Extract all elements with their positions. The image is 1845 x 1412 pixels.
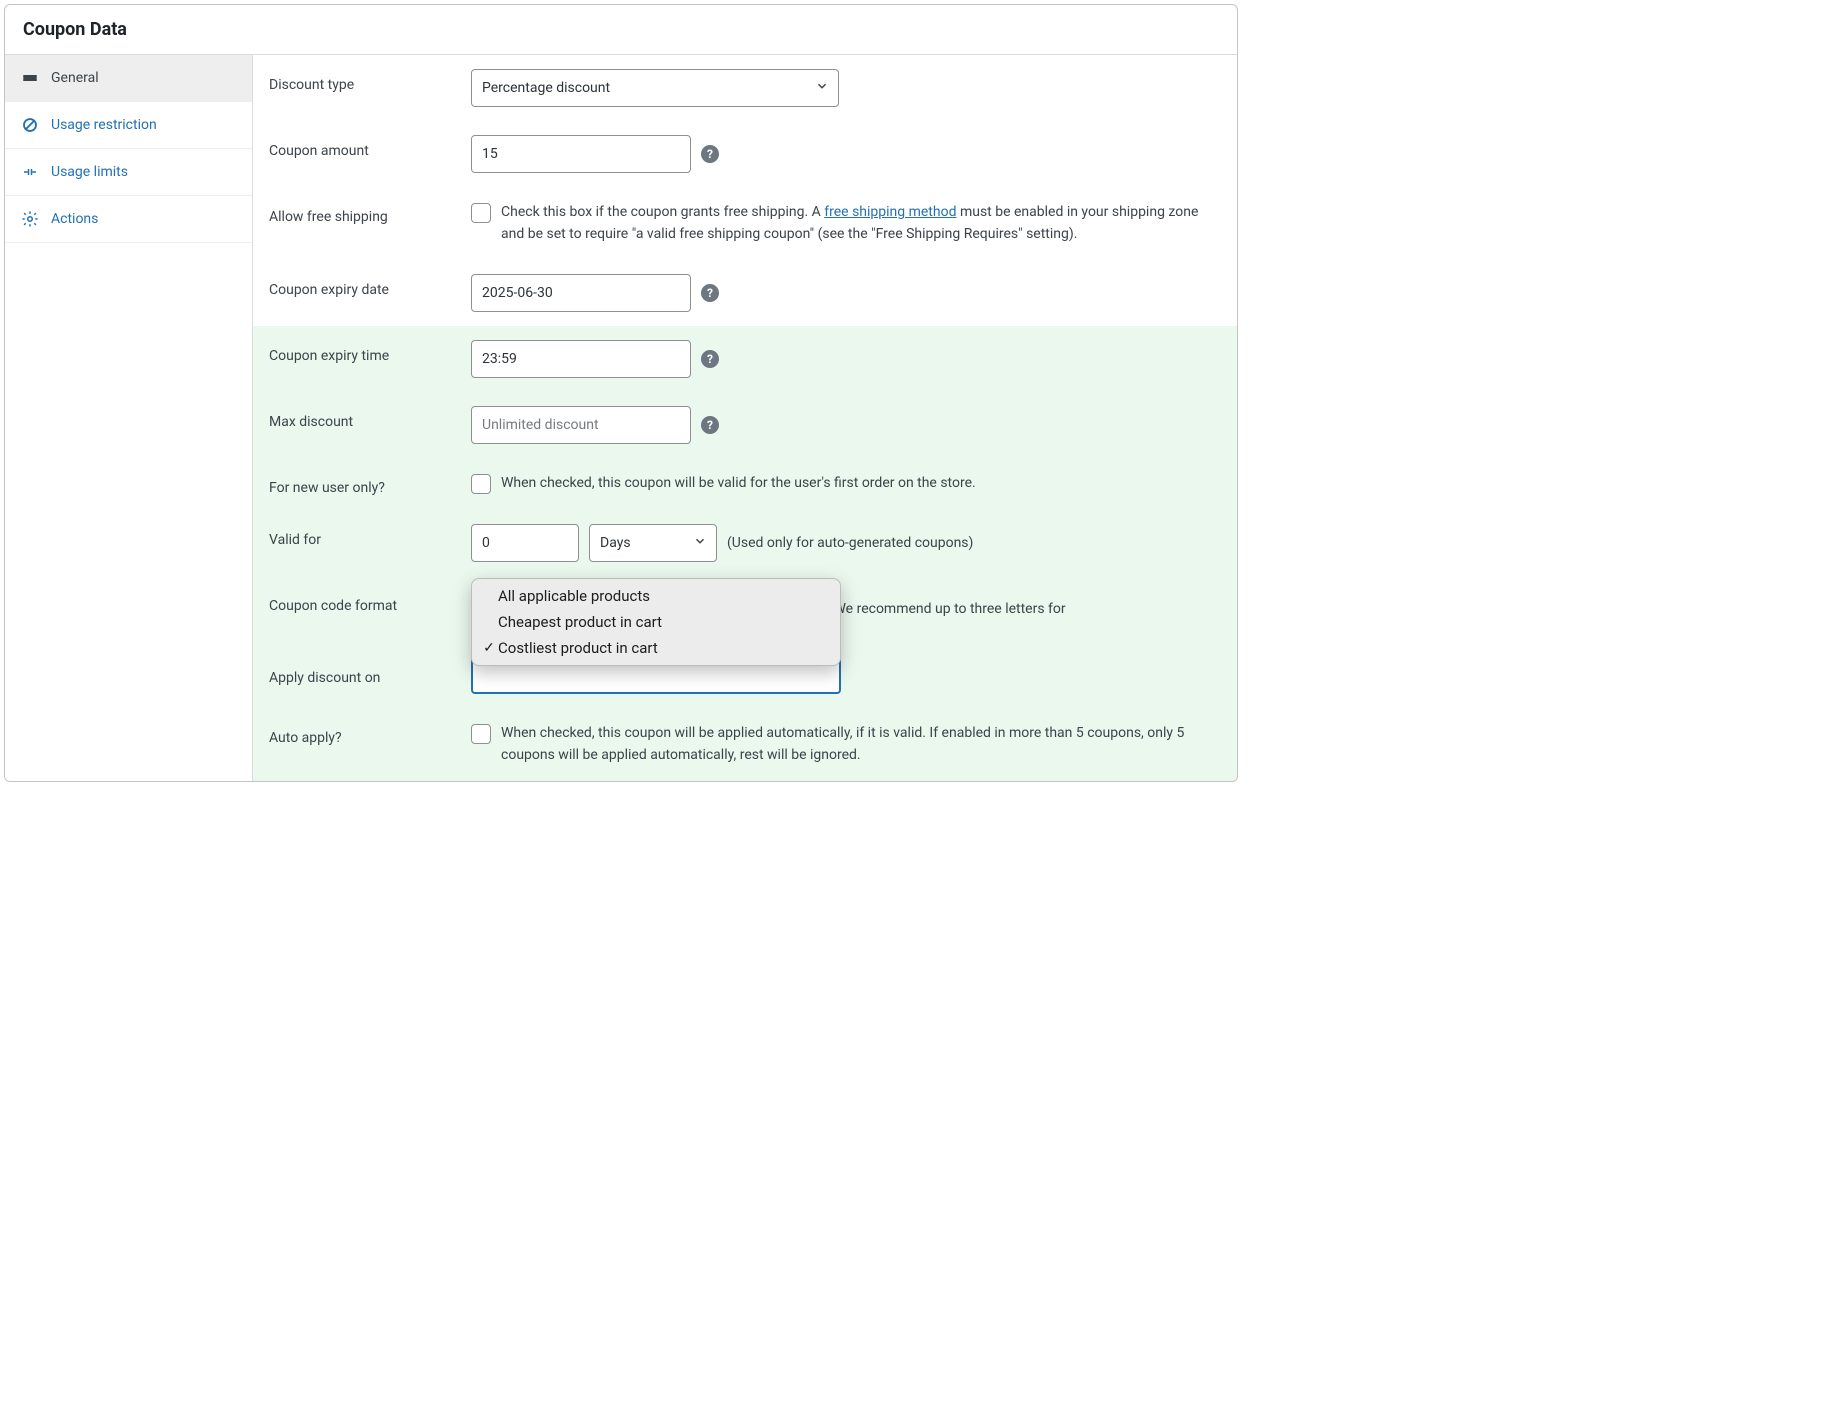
label-auto-apply: Auto apply? bbox=[269, 722, 471, 746]
row-valid-for: Valid for (Used only for auto-generated … bbox=[269, 510, 1221, 576]
dropdown-item-label: All applicable products bbox=[498, 587, 650, 605]
row-coupon-amount: Coupon amount ? bbox=[269, 121, 1221, 187]
label-free-shipping: Allow free shipping bbox=[269, 201, 471, 225]
new-user-checkbox[interactable] bbox=[471, 474, 491, 494]
expiry-date-input[interactable] bbox=[471, 274, 691, 312]
check-icon: ✓ bbox=[480, 640, 498, 656]
max-discount-input[interactable] bbox=[471, 406, 691, 444]
label-apply-on: Apply discount on bbox=[269, 656, 471, 686]
main-content: Discount type Coupon amount bbox=[253, 55, 1237, 781]
apply-on-option-cheapest[interactable]: Cheapest product in cart bbox=[472, 609, 840, 635]
label-valid-for: Valid for bbox=[269, 524, 471, 548]
new-user-desc: When checked, this coupon will be valid … bbox=[501, 472, 976, 494]
ban-icon bbox=[19, 114, 41, 136]
row-max-discount: Max discount ? bbox=[269, 392, 1221, 458]
auto-apply-checkbox[interactable] bbox=[471, 724, 491, 744]
sidebar-item-actions[interactable]: Actions bbox=[5, 196, 252, 243]
help-icon[interactable]: ? bbox=[701, 416, 719, 434]
valid-for-number-input[interactable] bbox=[471, 524, 579, 562]
valid-for-hint: (Used only for auto-generated coupons) bbox=[727, 535, 973, 551]
apply-on-holder: All applicable products Cheapest product… bbox=[471, 656, 841, 694]
sidebar-item-label: Usage restriction bbox=[51, 117, 157, 133]
free-shipping-desc-pre: Check this box if the coupon grants free… bbox=[501, 204, 824, 220]
label-discount-type: Discount type bbox=[269, 69, 471, 93]
row-discount-type: Discount type bbox=[269, 55, 1221, 121]
dropdown-item-label: Costliest product in cart bbox=[498, 639, 658, 657]
row-new-user: For new user only? When checked, this co… bbox=[269, 458, 1221, 510]
section-extended: Coupon expiry time ? Max discount ? For … bbox=[253, 326, 1237, 781]
row-auto-apply: Auto apply? When checked, this coupon wi… bbox=[269, 708, 1221, 781]
sidebar-item-usage-limits[interactable]: Usage limits bbox=[5, 149, 252, 196]
label-max-discount: Max discount bbox=[269, 406, 471, 430]
limits-icon bbox=[19, 161, 41, 183]
sidebar-item-label: Usage limits bbox=[51, 164, 128, 180]
sidebar-item-general[interactable]: General bbox=[5, 55, 252, 102]
dropdown-item-label: Cheapest product in cart bbox=[498, 613, 662, 631]
sidebar-item-usage-restriction[interactable]: Usage restriction bbox=[5, 102, 252, 149]
panel-title: Coupon Data bbox=[23, 19, 1219, 40]
discount-type-select-wrap bbox=[471, 69, 839, 107]
apply-on-option-costliest[interactable]: ✓ Costliest product in cart bbox=[472, 635, 840, 661]
sidebar: General Usage restriction Usage limits A… bbox=[5, 55, 253, 781]
help-icon[interactable]: ? bbox=[701, 284, 719, 302]
row-expiry-date: Coupon expiry date ? bbox=[269, 260, 1221, 326]
row-apply-on: Apply discount on All applicable product… bbox=[269, 642, 1221, 708]
section-general-top: Discount type Coupon amount bbox=[253, 55, 1237, 326]
row-free-shipping: Allow free shipping Check this box if th… bbox=[269, 187, 1221, 260]
ticket-icon bbox=[19, 67, 41, 89]
help-icon[interactable]: ? bbox=[701, 145, 719, 163]
valid-for-unit-select[interactable] bbox=[589, 524, 717, 562]
free-shipping-desc: Check this box if the coupon grants free… bbox=[501, 201, 1221, 246]
coupon-amount-input[interactable] bbox=[471, 135, 691, 173]
valid-for-unit-wrap bbox=[589, 524, 717, 562]
label-new-user: For new user only? bbox=[269, 472, 471, 496]
panel-header: Coupon Data bbox=[5, 5, 1237, 55]
free-shipping-checkbox[interactable] bbox=[471, 203, 491, 223]
row-expiry-time: Coupon expiry time ? bbox=[269, 326, 1221, 392]
help-icon[interactable]: ? bbox=[701, 350, 719, 368]
sidebar-item-label: Actions bbox=[51, 211, 98, 227]
free-shipping-method-link[interactable]: free shipping method bbox=[824, 204, 956, 220]
label-expiry-time: Coupon expiry time bbox=[269, 340, 471, 364]
apply-on-option-all[interactable]: All applicable products bbox=[472, 583, 840, 609]
code-format-hint: (We recommend up to three letters for bbox=[829, 601, 1066, 617]
discount-type-select[interactable] bbox=[471, 69, 839, 107]
gear-icon bbox=[19, 208, 41, 230]
auto-apply-desc: When checked, this coupon will be applie… bbox=[501, 722, 1221, 767]
panel-body: General Usage restriction Usage limits A… bbox=[5, 55, 1237, 781]
label-expiry-date: Coupon expiry date bbox=[269, 274, 471, 298]
sidebar-item-label: General bbox=[51, 70, 99, 86]
label-code-format: Coupon code format bbox=[269, 590, 471, 614]
apply-on-dropdown: All applicable products Cheapest product… bbox=[471, 578, 841, 666]
expiry-time-input[interactable] bbox=[471, 340, 691, 378]
label-coupon-amount: Coupon amount bbox=[269, 135, 471, 159]
coupon-data-panel: Coupon Data General Usage restriction Us… bbox=[4, 4, 1238, 782]
